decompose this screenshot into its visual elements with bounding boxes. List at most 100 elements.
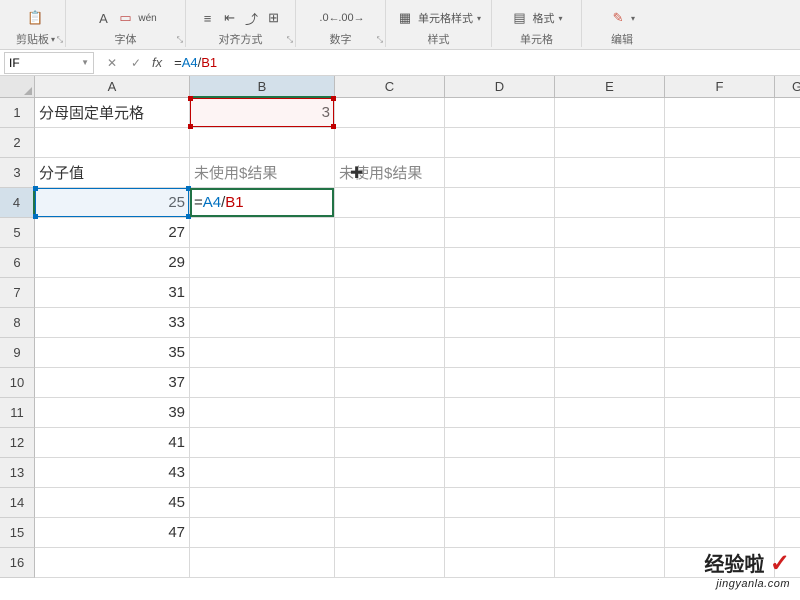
cell-E10[interactable] [555, 368, 665, 398]
cell-B1[interactable]: 3 [190, 98, 335, 128]
cell-C13[interactable] [335, 458, 445, 488]
cell-F14[interactable] [665, 488, 775, 518]
cell-C16[interactable] [335, 548, 445, 578]
clear-icon[interactable]: ✎ [609, 9, 627, 27]
cell-C11[interactable] [335, 398, 445, 428]
cell-D14[interactable] [445, 488, 555, 518]
fx-icon[interactable]: fx [152, 55, 162, 70]
cell-F4[interactable] [665, 188, 775, 218]
cell-F2[interactable] [665, 128, 775, 158]
cell-B2[interactable] [190, 128, 335, 158]
cell-D16[interactable] [445, 548, 555, 578]
cell-F15[interactable] [665, 518, 775, 548]
select-all-corner[interactable] [0, 76, 35, 98]
cell-G4[interactable] [775, 188, 800, 218]
cell-B3[interactable]: 未使用$结果 [190, 158, 335, 188]
cell-A2[interactable] [35, 128, 190, 158]
row-header-9[interactable]: 9 [0, 338, 35, 368]
cell-C12[interactable] [335, 428, 445, 458]
cell-F8[interactable] [665, 308, 775, 338]
cell-D11[interactable] [445, 398, 555, 428]
cell-F5[interactable] [665, 218, 775, 248]
cell-C2[interactable] [335, 128, 445, 158]
cell-E1[interactable] [555, 98, 665, 128]
cell-B10[interactable] [190, 368, 335, 398]
row-header-4[interactable]: 4 [0, 188, 35, 218]
fill-icon[interactable]: ▭ [117, 9, 135, 27]
rotate-icon[interactable]: ⤴ [243, 9, 261, 27]
row-header-2[interactable]: 2 [0, 128, 35, 158]
row-header-11[interactable]: 11 [0, 398, 35, 428]
cell-G8[interactable] [775, 308, 800, 338]
cell-D13[interactable] [445, 458, 555, 488]
cell-G13[interactable] [775, 458, 800, 488]
cell-A3[interactable]: 分子值 [35, 158, 190, 188]
cell-C4[interactable] [335, 188, 445, 218]
cell-G2[interactable] [775, 128, 800, 158]
cell-E14[interactable] [555, 488, 665, 518]
cell-D3[interactable] [445, 158, 555, 188]
indent-icon[interactable]: ⇤ [221, 9, 239, 27]
row-header-13[interactable]: 13 [0, 458, 35, 488]
expand-icon[interactable]: ⤡ [377, 35, 383, 45]
cell-F6[interactable] [665, 248, 775, 278]
cell-E4[interactable] [555, 188, 665, 218]
accept-icon[interactable]: ✓ [128, 55, 144, 71]
cell-G14[interactable] [775, 488, 800, 518]
col-header-A[interactable]: A [35, 76, 190, 98]
cell-E6[interactable] [555, 248, 665, 278]
cell-D7[interactable] [445, 278, 555, 308]
cell-A12[interactable]: 41 [35, 428, 190, 458]
format-icon[interactable]: ▤ [511, 9, 529, 27]
row-header-12[interactable]: 12 [0, 428, 35, 458]
cell-E16[interactable] [555, 548, 665, 578]
name-box[interactable]: IF ▼ [4, 52, 94, 74]
cell-A15[interactable]: 47 [35, 518, 190, 548]
cell-B14[interactable] [190, 488, 335, 518]
cell-E8[interactable] [555, 308, 665, 338]
row-header-5[interactable]: 5 [0, 218, 35, 248]
cell-E11[interactable] [555, 398, 665, 428]
cell-G11[interactable] [775, 398, 800, 428]
cell-C6[interactable] [335, 248, 445, 278]
cell-D9[interactable] [445, 338, 555, 368]
col-header-E[interactable]: E [555, 76, 665, 98]
cell-E5[interactable] [555, 218, 665, 248]
cell-G9[interactable] [775, 338, 800, 368]
row-header-14[interactable]: 14 [0, 488, 35, 518]
row-header-3[interactable]: 3 [0, 158, 35, 188]
row-header-7[interactable]: 7 [0, 278, 35, 308]
cell-C3[interactable]: 未使用$结果 [335, 158, 445, 188]
cell-C5[interactable] [335, 218, 445, 248]
cell-D15[interactable] [445, 518, 555, 548]
cell-A13[interactable]: 43 [35, 458, 190, 488]
expand-icon[interactable]: ⤡ [177, 35, 183, 45]
cell-A8[interactable]: 33 [35, 308, 190, 338]
cell-B13[interactable] [190, 458, 335, 488]
cell-A5[interactable]: 27 [35, 218, 190, 248]
cell-A10[interactable]: 37 [35, 368, 190, 398]
cell-A16[interactable] [35, 548, 190, 578]
cell-G3[interactable] [775, 158, 800, 188]
cell-C9[interactable] [335, 338, 445, 368]
cell-C15[interactable] [335, 518, 445, 548]
cell-A14[interactable]: 45 [35, 488, 190, 518]
cell-E13[interactable] [555, 458, 665, 488]
cancel-icon[interactable]: ✕ [104, 55, 120, 71]
cell-D5[interactable] [445, 218, 555, 248]
ruby-icon[interactable]: wén [139, 9, 157, 27]
col-header-F[interactable]: F [665, 76, 775, 98]
cell-F11[interactable] [665, 398, 775, 428]
cell-B12[interactable] [190, 428, 335, 458]
cell-B8[interactable] [190, 308, 335, 338]
cell-G5[interactable] [775, 218, 800, 248]
cell-B15[interactable] [190, 518, 335, 548]
col-header-B[interactable]: B [190, 76, 335, 98]
col-header-D[interactable]: D [445, 76, 555, 98]
cell-B7[interactable] [190, 278, 335, 308]
cell-D2[interactable] [445, 128, 555, 158]
cell-G1[interactable] [775, 98, 800, 128]
col-header-C[interactable]: C [335, 76, 445, 98]
cell-E12[interactable] [555, 428, 665, 458]
decimal-inc-icon[interactable]: .00→ [343, 9, 361, 27]
